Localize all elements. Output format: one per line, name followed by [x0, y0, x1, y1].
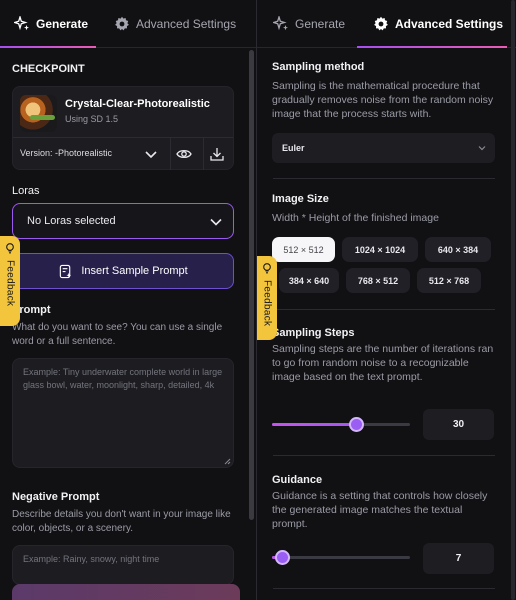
divider: [273, 455, 495, 456]
sparkles-icon: [273, 15, 288, 30]
chevron-down-icon: [478, 146, 486, 151]
image-size-description: Width * Height of the finished image: [272, 212, 439, 224]
scrollbar[interactable]: [511, 0, 515, 600]
tab-advanced-settings-label: Advanced Settings: [136, 16, 237, 31]
advanced-settings-panel: Generate Advanced Settings Sampling meth…: [256, 0, 516, 600]
feedback-tab[interactable]: Feedback: [257, 256, 277, 340]
prompt-placeholder: Example: Tiny underwater complete world …: [23, 367, 223, 390]
size-option-384x640[interactable]: 384 × 640: [279, 268, 339, 293]
insert-sample-prompt-label: Insert Sample Prompt: [81, 265, 188, 277]
guidance-heading: Guidance: [272, 474, 323, 486]
chevron-down-icon[interactable]: [144, 147, 158, 161]
guidance-slider[interactable]: [272, 550, 410, 565]
size-option-512x512[interactable]: 512 × 512: [272, 237, 335, 262]
sparkles-icon: [14, 15, 29, 30]
tab-bar: Generate Advanced Settings: [257, 0, 516, 48]
preview-button[interactable]: [170, 138, 197, 170]
negative-prompt-textarea[interactable]: Example: Rainy, snowy, night time: [12, 545, 234, 585]
feedback-label: Feedback: [261, 280, 273, 327]
resize-handle-icon[interactable]: [224, 458, 231, 465]
chevron-down-icon: [210, 218, 222, 226]
guidance-input[interactable]: 7: [423, 543, 494, 574]
sampling-steps-slider[interactable]: [272, 417, 410, 432]
tab-generate[interactable]: Generate: [273, 0, 345, 47]
tab-generate-label: Generate: [295, 16, 346, 31]
checkpoint-heading: CHECKPOINT: [12, 63, 85, 75]
divider: [273, 588, 495, 589]
divider: [273, 309, 495, 310]
loras-select[interactable]: No Loras selected: [12, 203, 234, 239]
insert-sample-prompt-button[interactable]: Insert Sample Prompt: [12, 253, 234, 289]
tab-generate-label: Generate: [36, 16, 89, 31]
tab-bar: Generate Advanced Settings: [0, 0, 256, 48]
size-option-768x512[interactable]: 768 × 512: [346, 268, 410, 293]
sampling-method-description: Sampling is the mathematical procedure t…: [272, 80, 494, 120]
divider: [273, 178, 495, 179]
negative-prompt-description: Describe details you don't want in your …: [12, 509, 231, 534]
sampling-method-value: Euler: [282, 143, 305, 153]
checkpoint-base-model: Using SD 1.5: [65, 114, 119, 124]
sampling-steps-slider-thumb[interactable]: [349, 417, 365, 432]
sampling-method-select[interactable]: Euler: [272, 133, 495, 163]
gear-icon: [115, 16, 129, 30]
loras-heading: Loras: [12, 185, 40, 197]
checkpoint-thumbnail: [20, 95, 57, 132]
negative-prompt-placeholder: Example: Rainy, snowy, night time: [23, 554, 160, 564]
checkpoint-card[interactable]: Crystal-Clear-Photorealistic Using SD 1.…: [12, 86, 234, 170]
checkpoint-name: Crystal-Clear-Photorealistic: [65, 98, 210, 110]
size-option-640x384[interactable]: 640 × 384: [425, 237, 491, 262]
tab-advanced-settings-label: Advanced Settings: [395, 16, 504, 31]
document-sparkle-icon: [60, 264, 72, 278]
eye-icon: [176, 149, 192, 159]
prompt-description: What do you want to see? You can use a s…: [12, 322, 223, 347]
lightbulb-icon: [263, 263, 271, 274]
sampling-steps-heading: Sampling Steps: [272, 327, 355, 339]
size-option-512x768[interactable]: 512 × 768: [417, 268, 481, 293]
prompt-textarea[interactable]: Example: Tiny underwater complete world …: [12, 358, 234, 468]
sampling-steps-description: Sampling steps are the number of iterati…: [272, 343, 494, 383]
tab-advanced-settings[interactable]: Advanced Settings: [114, 0, 236, 47]
active-tab-indicator: [0, 46, 96, 48]
download-icon: [210, 148, 224, 161]
active-tab-indicator: [357, 46, 507, 48]
guidance-description: Guidance is a setting that controls how …: [272, 490, 488, 530]
sampling-steps-input[interactable]: 30: [423, 409, 494, 440]
guidance-slider-thumb[interactable]: [274, 550, 290, 565]
tab-generate[interactable]: Generate: [14, 0, 88, 47]
version-select[interactable]: Version: -Photorealistic: [20, 148, 112, 158]
divider: [13, 137, 233, 138]
image-size-heading: Image Size: [272, 193, 329, 205]
feedback-tab[interactable]: Feedback: [0, 236, 20, 326]
lightbulb-icon: [6, 243, 14, 254]
scrollbar[interactable]: [249, 50, 254, 520]
feedback-label: Feedback: [4, 260, 16, 307]
negative-prompt-heading: Negative Prompt: [12, 491, 100, 503]
gear-icon: [374, 16, 388, 30]
loras-selected-value: No Loras selected: [27, 215, 116, 227]
generate-button[interactable]: [12, 584, 240, 600]
tab-advanced-settings[interactable]: Advanced Settings: [373, 0, 503, 47]
sampling-steps-slider-fill: [272, 423, 357, 426]
size-option-1024x1024[interactable]: 1024 × 1024: [342, 237, 418, 262]
generate-panel: Generate Advanced Settings CHECKPOINT Cr…: [0, 0, 256, 600]
sampling-method-heading: Sampling method: [272, 61, 365, 73]
download-button[interactable]: [203, 138, 230, 170]
